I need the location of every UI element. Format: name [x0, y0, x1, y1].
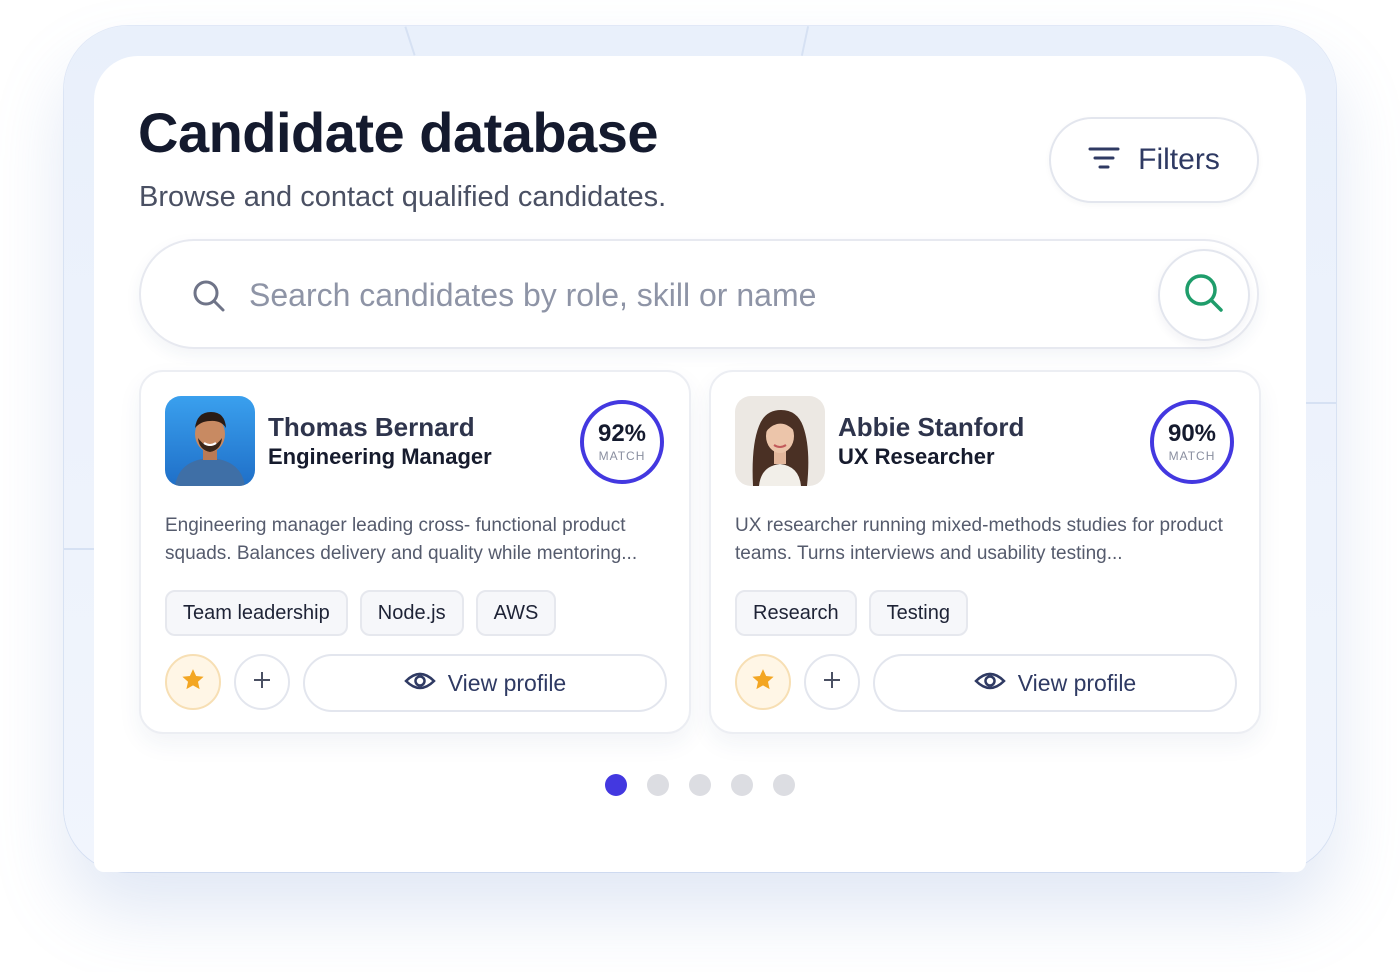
- search-input[interactable]: [249, 265, 1129, 325]
- plus-icon: [822, 670, 842, 695]
- favorite-button[interactable]: [735, 654, 791, 710]
- skill-tag: AWS: [475, 590, 557, 636]
- candidate-description: Engineering manager leading cross- funct…: [165, 515, 638, 564]
- search-icon: [191, 278, 227, 319]
- skill-tags: Research Testing: [735, 590, 968, 636]
- match-score-badge: 92% MATCH: [580, 400, 664, 484]
- star-icon: [750, 667, 776, 698]
- view-profile-label: View profile: [447, 669, 567, 696]
- skill-tags: Team leadership Node.js AWS: [165, 590, 557, 636]
- page-title: Candidate database: [138, 101, 659, 164]
- decorative-line: [800, 26, 810, 56]
- skill-tag: Team leadership: [165, 590, 348, 636]
- pagination-dot[interactable]: [773, 774, 795, 796]
- pagination-dot[interactable]: [731, 774, 753, 796]
- filters-button[interactable]: Filters: [1049, 117, 1259, 203]
- skill-tag: Research: [735, 590, 857, 636]
- match-label: MATCH: [598, 449, 646, 463]
- filter-lines-icon: [1088, 145, 1120, 176]
- candidate-role: UX Researcher: [838, 444, 995, 469]
- decorative-line: [1304, 402, 1336, 404]
- candidate-name: Abbie Stanford: [838, 412, 1025, 442]
- view-profile-button[interactable]: View profile: [303, 654, 667, 712]
- pagination-dot[interactable]: [647, 774, 669, 796]
- skill-tag: Node.js: [359, 590, 464, 636]
- match-score-badge: 90% MATCH: [1150, 400, 1234, 484]
- plus-icon: [252, 670, 272, 695]
- eye-icon: [403, 670, 436, 697]
- candidate-role: Engineering Manager: [268, 444, 492, 469]
- decorative-line: [64, 548, 96, 550]
- match-percent: 92%: [597, 420, 647, 447]
- pagination-dot[interactable]: [605, 774, 627, 796]
- candidate-card[interactable]: Thomas Bernard Engineering Manager 92% M…: [139, 370, 691, 734]
- view-profile-button[interactable]: View profile: [873, 654, 1237, 712]
- search-submit-button[interactable]: [1158, 249, 1250, 341]
- match-percent: 90%: [1167, 420, 1217, 447]
- search-icon: [1182, 271, 1226, 320]
- candidate-card[interactable]: Abbie Stanford UX Researcher 90% MATCH U…: [709, 370, 1261, 734]
- pagination-dots: [605, 774, 795, 796]
- filters-label: Filters: [1138, 143, 1220, 176]
- favorite-button[interactable]: [165, 654, 221, 710]
- match-label: MATCH: [1168, 449, 1216, 463]
- candidate-description: UX researcher running mixed-methods stud…: [735, 515, 1223, 564]
- view-profile-label: View profile: [1017, 669, 1137, 696]
- decorative-line: [404, 26, 416, 56]
- add-candidate-button[interactable]: [234, 654, 290, 710]
- avatar: [165, 396, 255, 486]
- star-icon: [180, 667, 206, 698]
- eye-icon: [973, 670, 1006, 697]
- page-subtitle: Browse and contact qualified candidates.: [139, 181, 667, 213]
- candidate-name: Thomas Bernard: [268, 412, 475, 442]
- pagination-dot[interactable]: [689, 774, 711, 796]
- avatar: [735, 396, 825, 486]
- add-candidate-button[interactable]: [804, 654, 860, 710]
- skill-tag: Testing: [868, 590, 968, 636]
- search-bar: [139, 239, 1259, 349]
